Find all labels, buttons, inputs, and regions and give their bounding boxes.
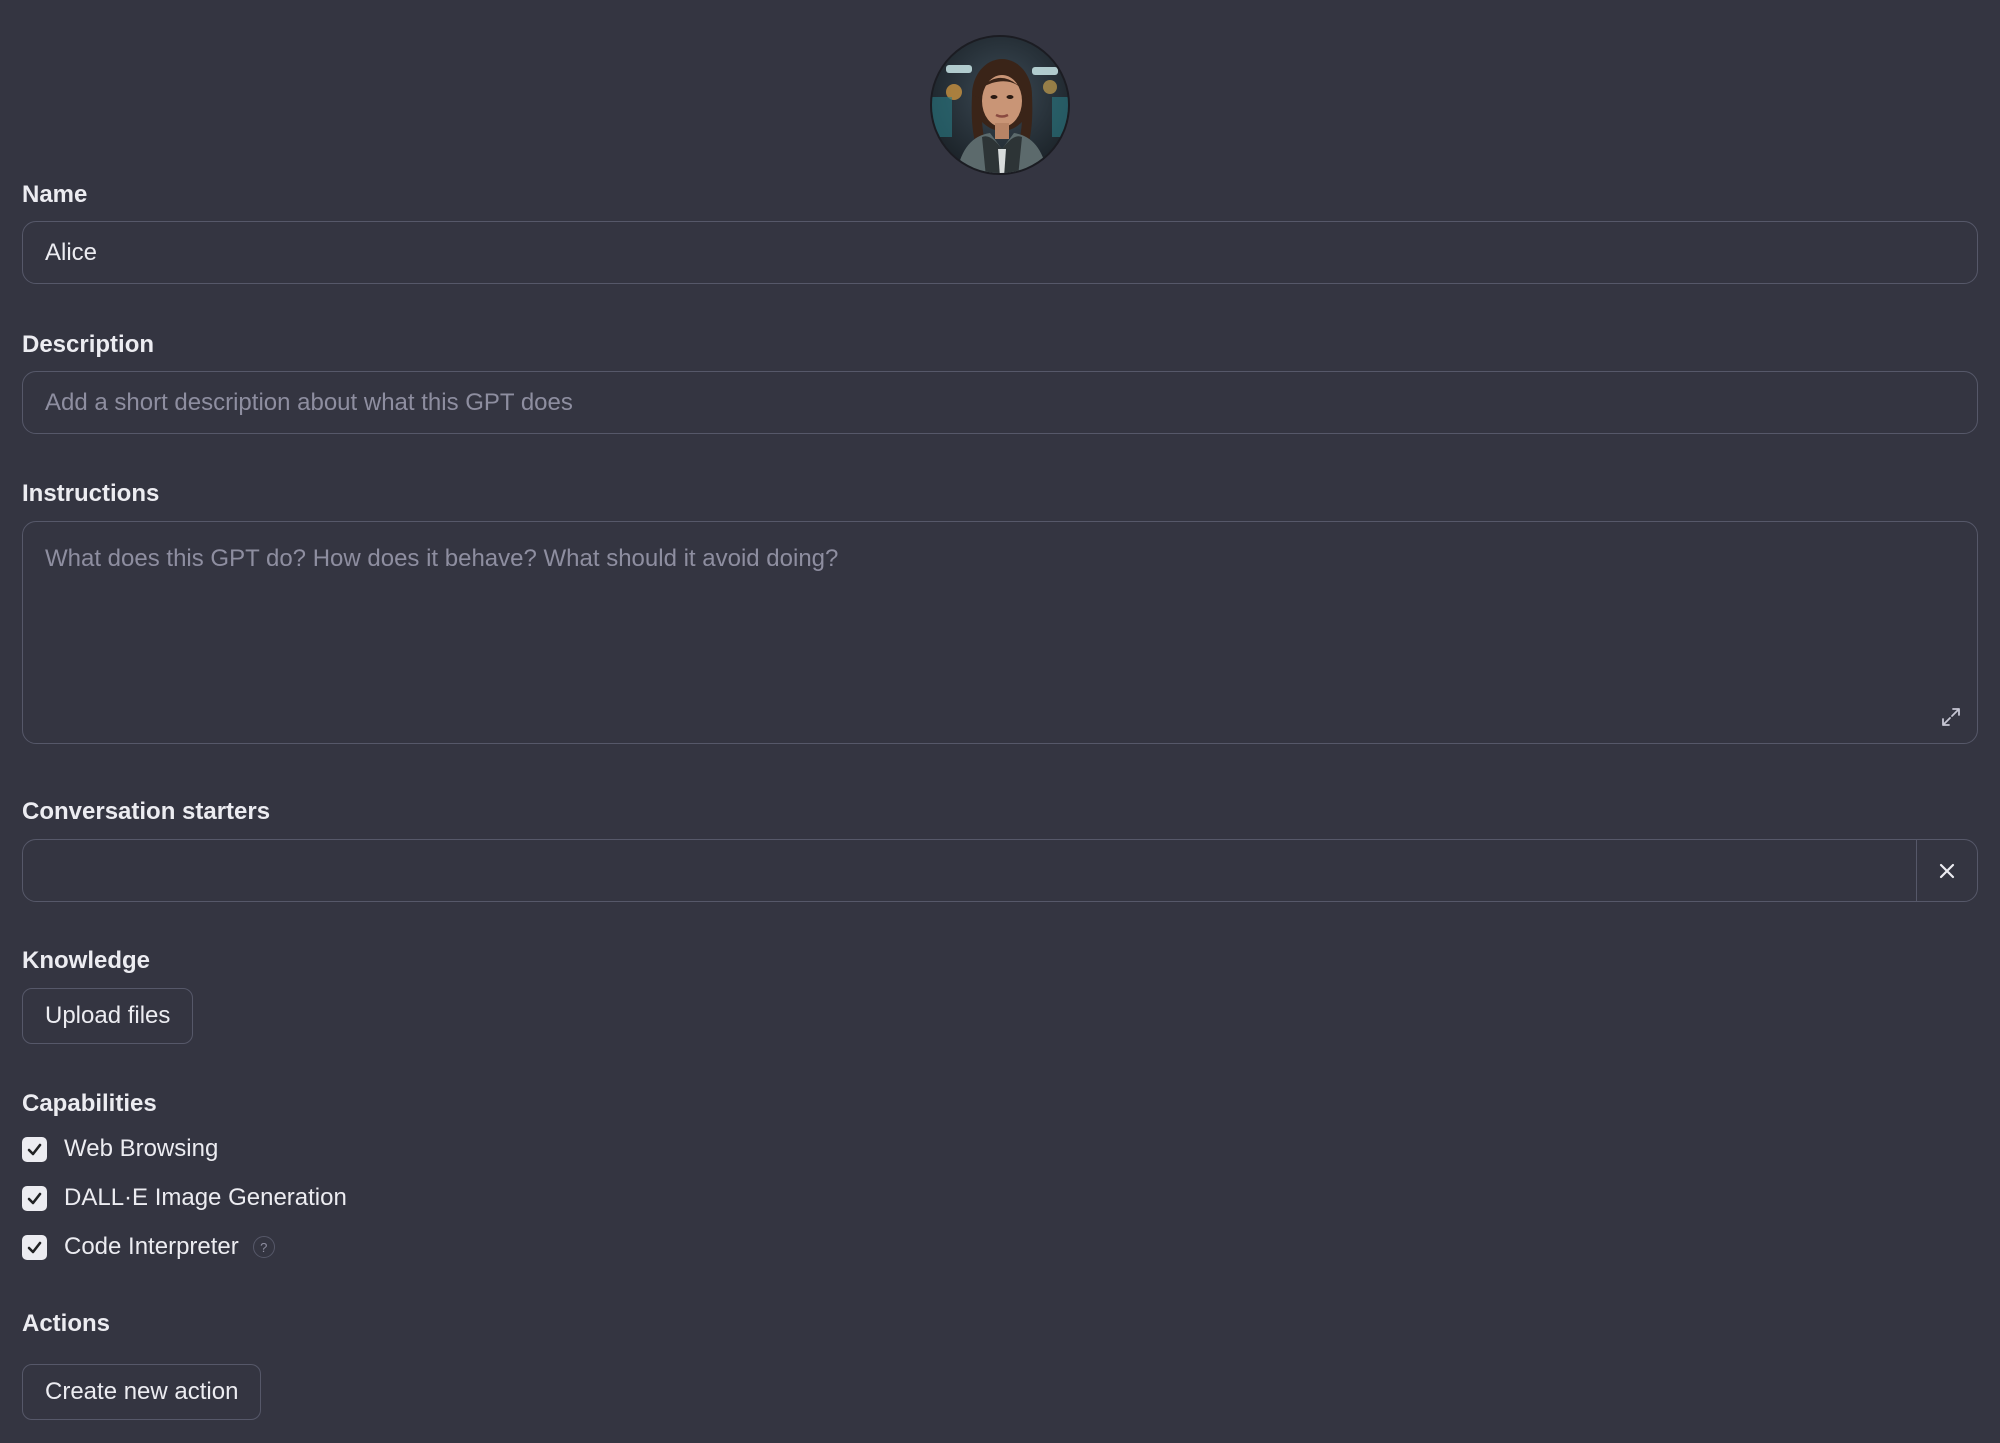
upload-files-label: Upload files [45, 1002, 171, 1029]
capability-dalle[interactable]: DALL·E Image Generation [22, 1183, 347, 1213]
avatar-image [932, 37, 1068, 173]
close-icon [1939, 863, 1955, 878]
description-label: Description [22, 331, 155, 358]
remove-starter-button[interactable] [1916, 840, 1977, 901]
instructions-placeholder: What does this GPT do? How does it behav… [45, 545, 839, 572]
conversation-starter-row [22, 839, 1978, 902]
web-browsing-label: Web Browsing [64, 1135, 219, 1162]
checkmark-icon [27, 1241, 42, 1253]
checkmark-icon [27, 1143, 42, 1155]
name-input[interactable]: Alice [22, 221, 1978, 284]
dalle-label: DALL·E Image Generation [64, 1184, 347, 1211]
code-interpreter-checkbox[interactable] [22, 1234, 47, 1260]
web-browsing-checkbox[interactable] [22, 1136, 47, 1162]
create-new-action-label: Create new action [45, 1378, 239, 1405]
code-interpreter-label: Code Interpreter [64, 1233, 239, 1260]
instructions-label: Instructions [22, 480, 160, 507]
name-label: Name [22, 181, 88, 208]
help-icon[interactable]: ? [252, 1236, 275, 1258]
conversation-starters-label: Conversation starters [22, 798, 271, 825]
checkmark-icon [27, 1192, 42, 1204]
instructions-textarea[interactable]: What does this GPT do? How does it behav… [22, 521, 1978, 744]
upload-files-button[interactable]: Upload files [22, 988, 194, 1044]
capability-code-interpreter[interactable]: Code Interpreter ? [22, 1232, 275, 1262]
create-new-action-button[interactable]: Create new action [22, 1364, 262, 1420]
actions-label: Actions [22, 1310, 111, 1337]
name-input-value: Alice [45, 238, 98, 266]
capabilities-label: Capabilities [22, 1090, 157, 1117]
knowledge-label: Knowledge [22, 947, 151, 974]
capability-web-browsing[interactable]: Web Browsing [22, 1134, 218, 1164]
dalle-checkbox[interactable] [22, 1185, 47, 1211]
description-placeholder: Add a short description about what this … [45, 388, 573, 416]
description-input[interactable]: Add a short description about what this … [22, 371, 1978, 434]
conversation-starter-input[interactable] [23, 840, 1916, 901]
expand-icon[interactable] [1939, 705, 1963, 729]
gpt-avatar[interactable] [930, 35, 1070, 175]
